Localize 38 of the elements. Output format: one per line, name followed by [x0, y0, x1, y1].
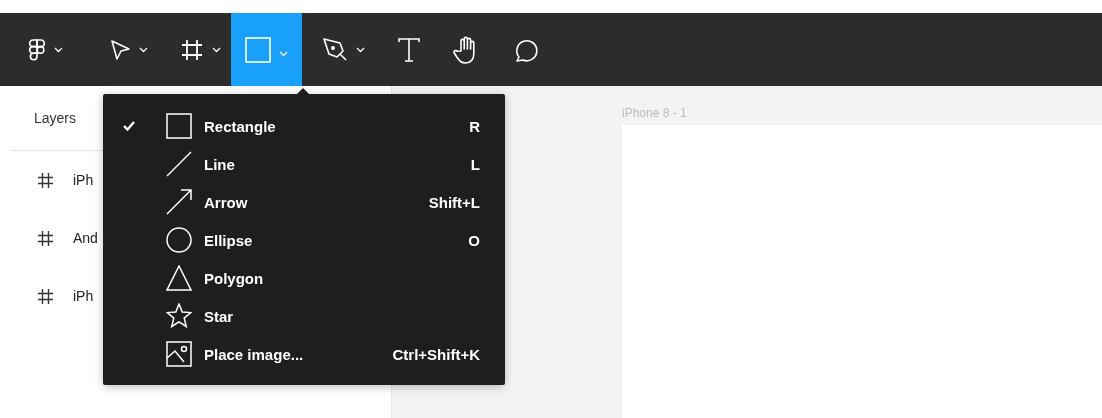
layer-item[interactable]: iPh — [73, 288, 94, 304]
shortcut-label: L — [470, 155, 480, 173]
layer-item[interactable]: iPh — [73, 172, 94, 188]
triangle-icon — [166, 265, 192, 291]
pointer-icon — [109, 38, 131, 61]
text-icon — [397, 36, 421, 63]
pen-icon — [322, 36, 348, 63]
shortcut-label: Ctrl+Shift+K — [392, 345, 480, 363]
chevron-icon — [54, 46, 63, 53]
line-icon — [166, 151, 192, 177]
chevron-icon — [279, 50, 288, 57]
chevron-icon — [356, 46, 365, 53]
menu-item[interactable]: Polygon — [103, 259, 505, 297]
menu-item[interactable]: Ellipse O — [103, 221, 505, 259]
logo-icon — [28, 38, 46, 61]
menu-item[interactable]: Star — [103, 297, 505, 335]
hash-icon — [180, 37, 204, 62]
circle-icon — [166, 227, 192, 253]
square-icon — [166, 113, 192, 139]
star-icon — [166, 303, 192, 329]
frame-icon — [38, 230, 53, 246]
frame-icon — [38, 288, 53, 304]
shortcut-label: O — [468, 231, 480, 249]
image-icon — [166, 341, 192, 367]
square-icon — [245, 36, 271, 63]
menu-item[interactable]: Rectangle R — [103, 107, 505, 145]
menu-item[interactable]: Line L — [103, 145, 505, 183]
menu-item[interactable]: Arrow Shift+L — [103, 183, 505, 221]
arrow-icon — [166, 189, 192, 215]
shortcut-label: R — [469, 117, 480, 135]
frame-icon — [38, 172, 53, 188]
shortcut-label: Shift+L — [428, 193, 480, 211]
panel-title: Layers — [34, 110, 77, 126]
layer-item[interactable]: And — [73, 230, 98, 246]
frame-label: iPhone 8 - 1 — [622, 106, 688, 122]
chevron-icon — [139, 46, 148, 53]
menu-item[interactable]: Place image... Ctrl+Shift+K — [103, 335, 505, 373]
chevron-icon — [212, 46, 221, 53]
